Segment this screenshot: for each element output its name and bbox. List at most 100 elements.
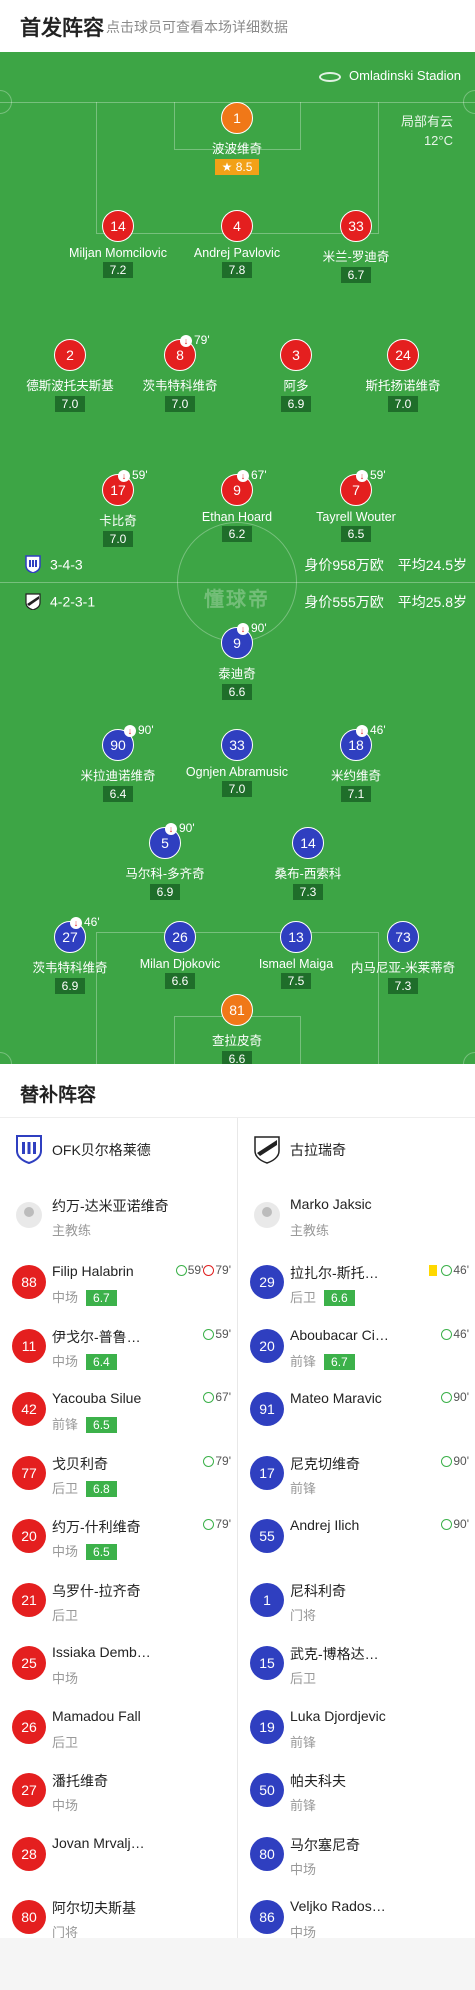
substitution-in-icon <box>441 1519 453 1531</box>
best-player-star-icon: ★ <box>221 160 236 174</box>
home-team-value: 身价958万欧 平均24.5岁 <box>290 555 467 575</box>
player-marker[interactable]: 33 米兰-罗迪奇 6.7 <box>286 210 426 284</box>
substitutes-header: 替补阵容 <box>0 1064 475 1118</box>
substitute-row[interactable]: 80 阿尔切夫斯基 门将 <box>0 1885 237 1948</box>
home-team-header[interactable]: OFK贝尔格莱德 <box>0 1118 237 1180</box>
player-number: 73 <box>387 921 419 953</box>
player-name: 阿尔切夫斯基 <box>52 1900 136 1916</box>
home-coach[interactable]: 约万-达米亚诺维奇 主教练 <box>0 1180 237 1250</box>
substitution-in-icon <box>441 1392 453 1404</box>
match-events: 90' <box>441 1517 469 1531</box>
away-team-header[interactable]: 古拉瑞奇 <box>238 1118 475 1180</box>
substitute-row[interactable]: 11 伊戈尔-普鲁… 中场 6.4 59' <box>0 1314 237 1377</box>
player-name: Andrej Ilich <box>290 1517 360 1533</box>
stadium-info: Omladinski Stadion <box>319 68 461 83</box>
substitution-minute: 67' <box>251 468 267 482</box>
player-rating: 6.5 <box>86 1417 117 1433</box>
substitute-row[interactable]: 28 Jovan Mrvalj… <box>0 1822 237 1885</box>
substitute-row[interactable]: 27 潘托维奇 中场 <box>0 1758 237 1821</box>
substitute-row[interactable]: 55 Andrej Ilich 90' <box>238 1504 475 1567</box>
substitution-in-icon <box>203 1519 215 1531</box>
substitution-in-icon <box>203 1455 215 1467</box>
substitute-row[interactable]: 26 Mamadou Fall 后卫 <box>0 1695 237 1758</box>
substitute-row[interactable]: 25 Issiaka Demb… 中场 <box>0 1631 237 1694</box>
home-team-name: OFK贝尔格莱德 <box>52 1142 151 1158</box>
player-rating: 6.9 <box>280 396 312 412</box>
substitute-row[interactable]: 80 马尔塞尼奇 中场 <box>238 1822 475 1885</box>
player-rating: 6.6 <box>164 973 196 989</box>
rating-value: 6.9 <box>61 979 79 993</box>
player-rating: 7.0 <box>221 781 253 797</box>
player-rating: 7.5 <box>280 973 312 989</box>
player-name: 拉扎尔-斯托… <box>290 1265 379 1281</box>
player-number: 26 <box>164 921 196 953</box>
player-position-row: 后卫 <box>52 1732 78 1751</box>
player-name: 桑布-西索科 <box>274 867 342 881</box>
away-formation-row: 4-2-3-1 <box>24 592 95 611</box>
player-position: 门将 <box>52 1925 79 1940</box>
substitution-off-icon: ↓ <box>180 334 192 347</box>
player-number: 55 <box>250 1519 284 1553</box>
substitution-off-badge: ↓ 46' <box>356 723 386 737</box>
substitute-row[interactable]: 88 Filip Halabrin 中场 6.7 59' 79' <box>0 1250 237 1313</box>
player-name: 马尔塞尼奇 <box>290 1836 360 1853</box>
player-rating: 7.0 <box>54 396 86 412</box>
player-number: 1 <box>250 1582 284 1617</box>
player-position: 后卫 <box>52 1480 79 1496</box>
substitute-row[interactable]: 15 武克-博格达… 后卫 <box>238 1631 475 1694</box>
match-events: 90' <box>441 1454 469 1468</box>
player-rating: 7.8 <box>221 262 253 278</box>
substitution-off-icon: ↓ <box>70 916 82 929</box>
substitution-in-minute: 67' <box>215 1390 231 1404</box>
substitute-row[interactable]: 1 尼科利奇 门将 <box>238 1568 475 1631</box>
player-name: 武克-博格达… <box>290 1646 379 1662</box>
player-position-row: 前锋 <box>290 1478 316 1497</box>
substitute-row[interactable]: 77 戈贝利奇 后卫 6.8 79' <box>0 1441 237 1504</box>
substitution-in-minute: 90' <box>453 1453 469 1468</box>
player-position: 后卫 <box>290 1671 317 1686</box>
player-number: 4 <box>221 210 253 242</box>
substitute-row[interactable]: 20 约万-什利维奇 中场 6.5 79' <box>0 1504 237 1567</box>
player-position: 前锋 <box>290 1480 317 1496</box>
player-number: 25 <box>12 1646 46 1680</box>
substitute-row[interactable]: 19 Luka Djordjevic 前锋 <box>238 1695 475 1758</box>
player-marker[interactable]: 7 ↓ 59' Tayrell Wouter 6.5 <box>286 468 426 543</box>
player-marker[interactable]: 1 波波维奇 ★ 8.5 <box>167 102 307 176</box>
substitute-row[interactable]: 17 尼克切维奇 前锋 90' <box>238 1441 475 1504</box>
substitution-off-icon <box>203 1265 215 1277</box>
player-position: 中场 <box>52 1798 79 1813</box>
player-number: 77 <box>12 1455 46 1490</box>
substitution-off-badge: ↓ 59' <box>118 468 148 482</box>
substitute-row[interactable]: 20 Aboubacar Ci… 前锋 6.7 46' <box>238 1314 475 1377</box>
substitute-row[interactable]: 50 帕夫科夫 前锋 <box>238 1758 475 1821</box>
player-number: 80 <box>250 1836 284 1871</box>
corner-arc <box>463 90 475 114</box>
player-marker[interactable]: 18 ↓ 46' 米约维奇 7.1 <box>286 723 426 803</box>
substitution-minute: 46' <box>370 723 386 737</box>
player-position: 前锋 <box>290 1734 317 1750</box>
yellow-card-icon <box>429 1265 438 1277</box>
player-name: Yacouba Silue <box>52 1390 142 1406</box>
player-name: 潘托维奇 <box>52 1773 108 1789</box>
player-marker[interactable]: 24 斯托扬诺维奇 7.0 <box>333 339 473 413</box>
weather-info: 局部有云 12°C <box>401 112 453 150</box>
player-marker[interactable]: 14 桑布-西索科 7.3 <box>238 827 378 901</box>
rating-value: 7.8 <box>228 263 246 277</box>
home-formation: 3-4-3 <box>50 556 83 573</box>
player-marker[interactable]: 81 查拉皮奇 6.6 <box>167 994 307 1068</box>
rating-value: 6.6 <box>171 974 189 988</box>
player-marker[interactable]: 73 内马尼亚-米莱蒂奇 7.3 <box>333 921 473 995</box>
substitute-row[interactable]: 29 拉扎尔-斯托… 后卫 6.6 46' <box>238 1250 475 1313</box>
substitute-row[interactable]: 91 Mateo Maravic 90' <box>238 1377 475 1440</box>
substitution-off-icon: ↓ <box>124 724 136 737</box>
corner-arc <box>0 90 12 114</box>
substitute-row[interactable]: 21 乌罗什-拉齐奇 后卫 <box>0 1568 237 1631</box>
substitute-row[interactable]: 42 Yacouba Silue 前锋 6.5 67' <box>0 1377 237 1440</box>
coach-role: 主教练 <box>290 1223 330 1238</box>
away-coach[interactable]: Marko Jaksic 主教练 <box>238 1180 475 1250</box>
substitute-row[interactable]: 86 Veljko Rados… 中场 <box>238 1885 475 1948</box>
player-marker[interactable]: 9 ↓ 90' 泰迪奇 6.6 <box>167 621 307 701</box>
match-events: 46' <box>429 1263 469 1277</box>
player-rating: 7.3 <box>387 978 419 994</box>
player-marker[interactable]: 5 ↓ 90' 马尔科-多齐奇 6.9 <box>95 821 235 901</box>
